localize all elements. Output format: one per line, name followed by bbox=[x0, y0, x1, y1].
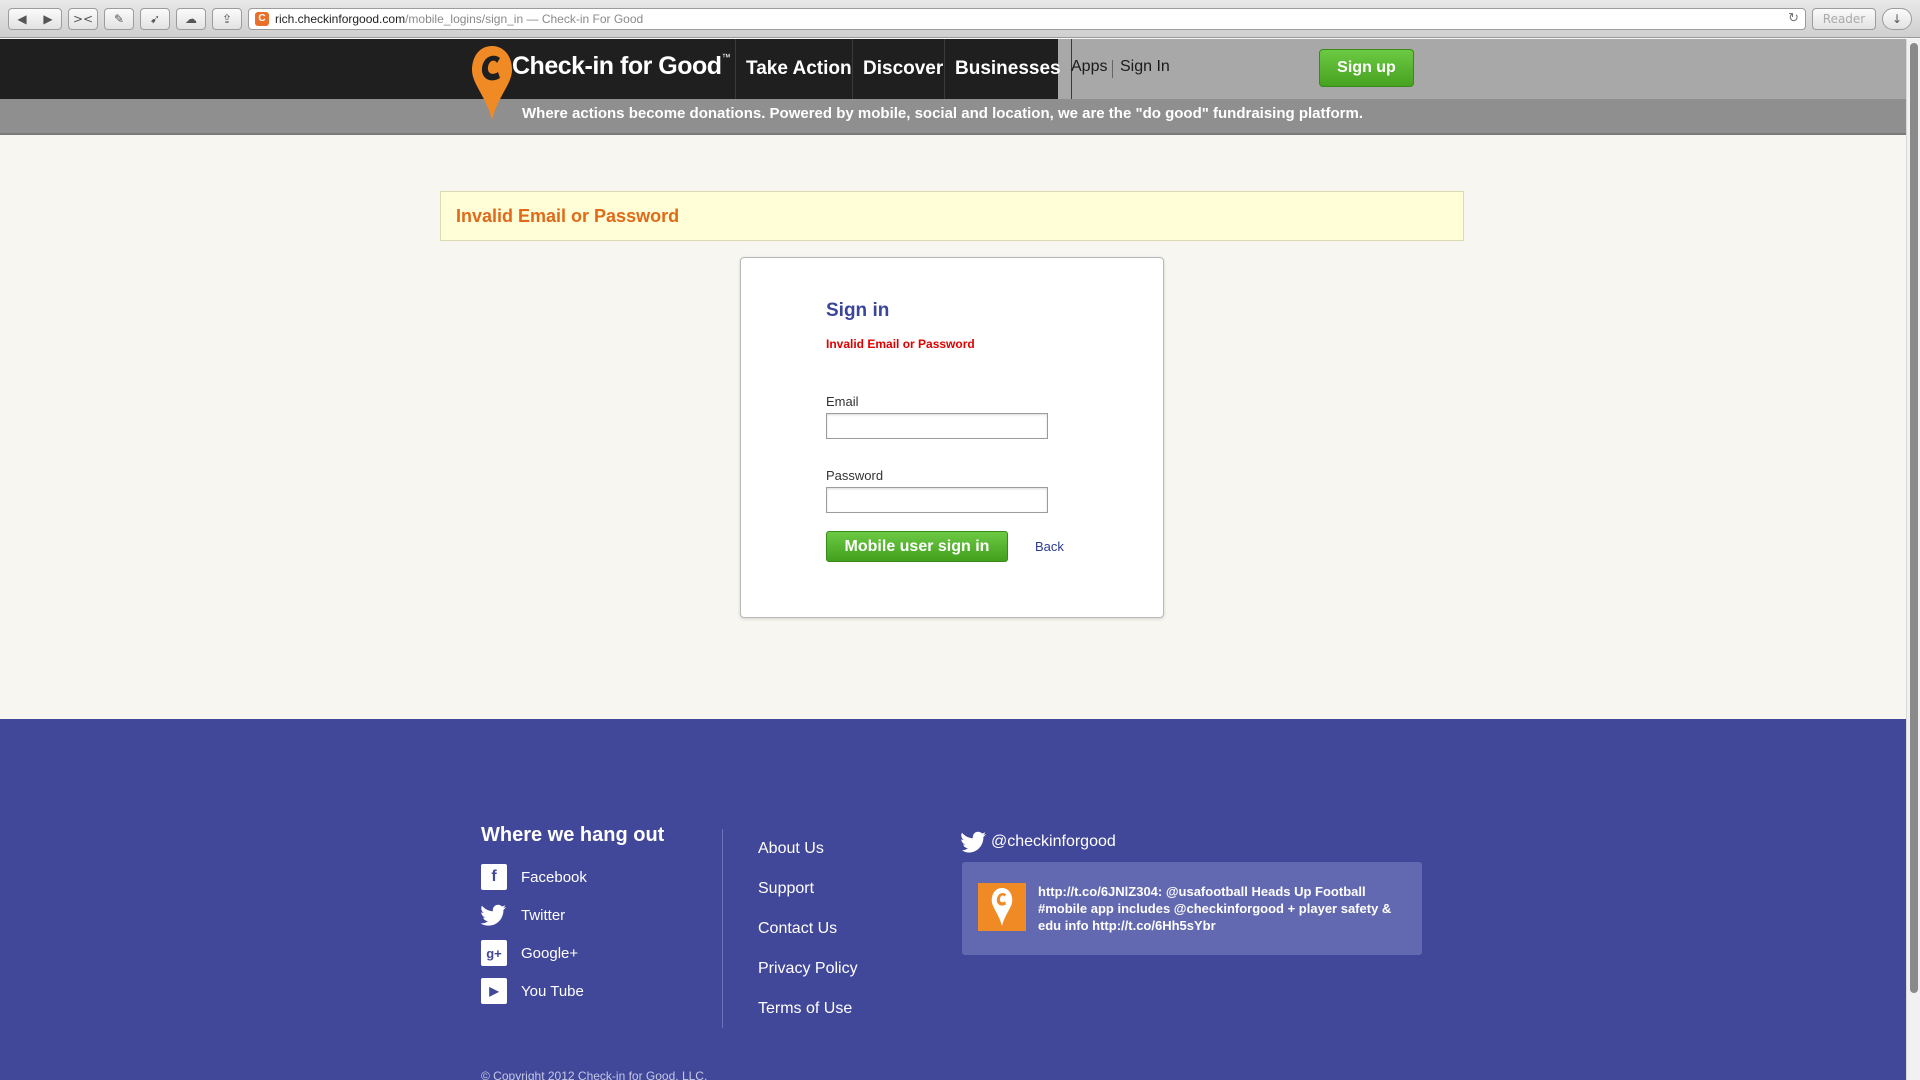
logo-pin-icon[interactable] bbox=[470, 44, 514, 122]
social-label: Twitter bbox=[521, 906, 566, 924]
url-text: rich.checkinforgood.com/mobile_logins/si… bbox=[275, 11, 644, 26]
nav-take-action[interactable]: Take Action bbox=[735, 39, 862, 99]
twitter-handle-text: @checkinforgood bbox=[991, 833, 1116, 850]
footer-divider bbox=[722, 829, 723, 1028]
reload-icon[interactable]: ↻ bbox=[1788, 11, 1799, 26]
twitter-icon bbox=[481, 902, 507, 928]
footer-link-terms-of-use[interactable]: Terms of Use bbox=[758, 1000, 852, 1018]
nav-businesses[interactable]: Businesses bbox=[944, 39, 1072, 99]
sign-up-button[interactable]: Sign up bbox=[1319, 49, 1414, 87]
browser-toolbar: ◀ ▶ >< ✎ ➹ ☁ ⇪ C rich.checkinforgood.com… bbox=[0, 0, 1920, 38]
nav-divider bbox=[1112, 60, 1113, 78]
youtube-icon: ▶ bbox=[481, 978, 507, 1004]
copyright-text: © Copyright 2012 Check-in for Good, LLC. bbox=[481, 1069, 708, 1080]
password-label: Password bbox=[826, 468, 884, 483]
twitter-handle-link[interactable]: @checkinforgood bbox=[961, 831, 1116, 853]
google-plus-icon: g+ bbox=[481, 940, 507, 966]
tweet-avatar-icon[interactable] bbox=[978, 883, 1026, 931]
footer-link-contact-us[interactable]: Contact Us bbox=[758, 920, 837, 938]
nav-discover[interactable]: Discover bbox=[852, 39, 953, 99]
social-youtube-link[interactable]: ▶ You Tube bbox=[481, 978, 584, 1004]
cloud-icon[interactable]: ☁ bbox=[176, 7, 206, 30]
footer-link-privacy-policy[interactable]: Privacy Policy bbox=[758, 960, 858, 978]
email-field[interactable] bbox=[826, 413, 1048, 439]
signin-title: Sign in bbox=[826, 300, 890, 321]
site-footer bbox=[0, 719, 1906, 1080]
header-right-panel bbox=[1058, 39, 1906, 99]
back-link[interactable]: Back bbox=[1035, 539, 1064, 554]
logo-trademark: ™ bbox=[721, 52, 731, 62]
nav-apps-link[interactable]: Apps bbox=[1071, 58, 1107, 76]
social-google-plus-link[interactable]: g+ Google+ bbox=[481, 940, 578, 966]
password-field[interactable] bbox=[826, 487, 1048, 513]
email-label: Email bbox=[826, 394, 859, 409]
footer-link-support[interactable]: Support bbox=[758, 880, 814, 898]
back-arrow-icon[interactable]: ◀ bbox=[17, 12, 26, 26]
alert-message: Invalid Email or Password bbox=[456, 205, 680, 226]
mobile-user-sign-in-button[interactable]: Mobile user sign in bbox=[826, 531, 1008, 562]
page-scrollbar[interactable] bbox=[1906, 39, 1920, 1080]
collapse-icon[interactable]: >< bbox=[68, 7, 98, 30]
signin-error-message: Invalid Email or Password bbox=[826, 337, 975, 351]
logo-text: Check-in for Good bbox=[512, 52, 722, 80]
twitter-icon bbox=[961, 831, 986, 853]
forward-arrow-icon[interactable]: ▶ bbox=[43, 12, 52, 26]
footer-link-about-us[interactable]: About Us bbox=[758, 840, 824, 858]
nav-sign-in-link[interactable]: Sign In bbox=[1120, 58, 1170, 76]
social-label: Facebook bbox=[521, 868, 587, 886]
facebook-icon: f bbox=[481, 864, 507, 890]
scrollbar-thumb[interactable] bbox=[1910, 43, 1918, 993]
flash-alert: Invalid Email or Password bbox=[440, 191, 1464, 241]
site-logo[interactable]: Check-in for Good™ bbox=[512, 52, 731, 81]
social-label: You Tube bbox=[521, 982, 584, 1000]
reader-button[interactable]: Reader bbox=[1812, 7, 1876, 30]
site-favicon-icon: C bbox=[255, 11, 269, 26]
bird-extension-icon[interactable]: ➹ bbox=[140, 7, 170, 30]
share-icon[interactable]: ⇪ bbox=[212, 7, 242, 30]
downloads-icon[interactable]: ↓ bbox=[1882, 7, 1912, 30]
twitter-extension-icon[interactable]: ✎ bbox=[104, 7, 134, 30]
tweet-text: http://t.co/6JNlZ304: @usafootball Heads… bbox=[1038, 884, 1392, 933]
social-facebook-link[interactable]: f Facebook bbox=[481, 864, 587, 890]
footer-social-heading: Where we hang out bbox=[481, 824, 665, 846]
tagline-text: Where actions become donations. Powered … bbox=[522, 105, 1364, 122]
social-twitter-link[interactable]: Twitter bbox=[481, 902, 565, 928]
social-label: Google+ bbox=[521, 944, 579, 962]
address-bar[interactable]: C rich.checkinforgood.com/mobile_logins/… bbox=[248, 7, 1806, 30]
back-forward-buttons[interactable]: ◀ ▶ bbox=[8, 7, 62, 30]
